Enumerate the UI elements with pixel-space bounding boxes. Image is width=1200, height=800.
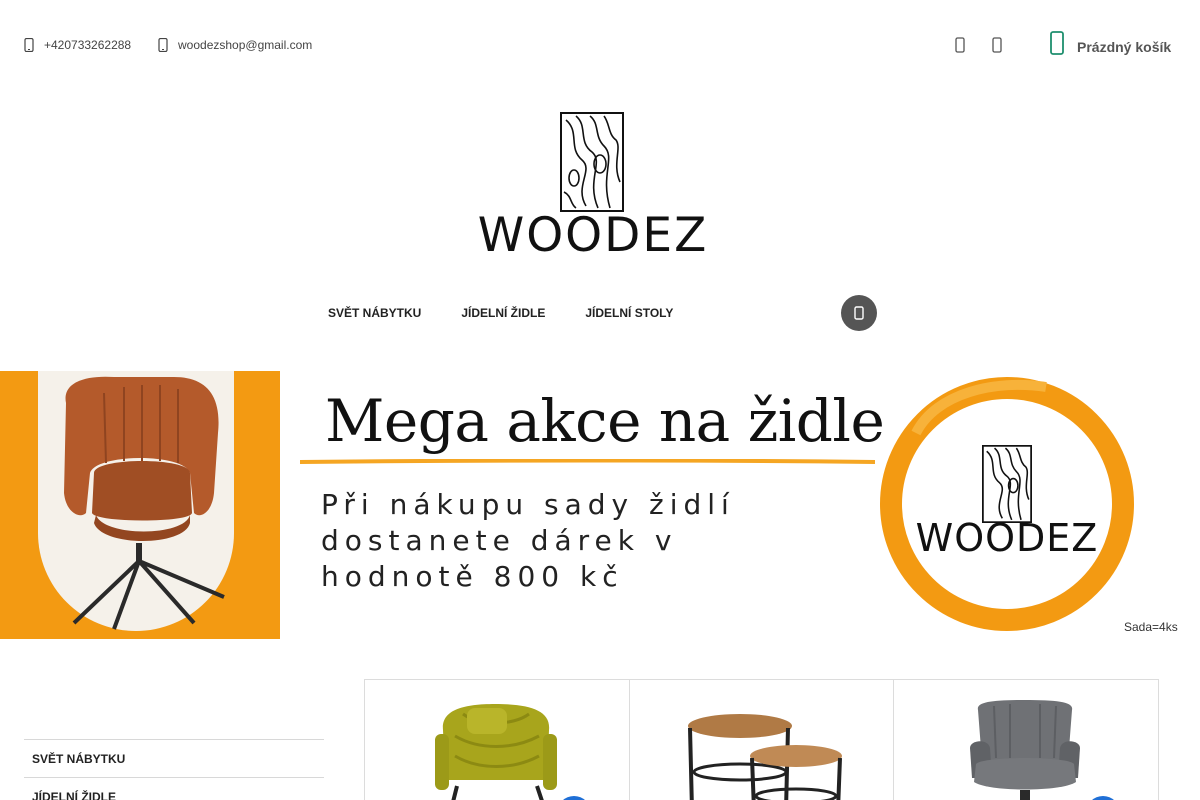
- logo-text: WOODEZ: [477, 208, 709, 263]
- phone-number: +420733262288: [44, 38, 132, 52]
- banner-note: Sada=4ks: [1124, 620, 1178, 634]
- banner-title: Mega akce na židle: [325, 387, 885, 455]
- product-card[interactable]: [630, 680, 895, 800]
- product-card[interactable]: [365, 680, 630, 800]
- category-sidebar: SVĚT NÁBYTKU JÍDELNÍ ŽIDLE: [24, 739, 324, 800]
- logo-wood-mark: [560, 112, 624, 212]
- nav-item-svet-nabytku[interactable]: SVĚT NÁBYTKU: [328, 306, 421, 320]
- product-grid: [364, 679, 1159, 800]
- cart-button[interactable]: Prázdný košík: [1048, 30, 1171, 56]
- mail-icon: [158, 38, 168, 52]
- user-icon[interactable]: [953, 36, 967, 54]
- sidebar-item-jidelni-zidle[interactable]: JÍDELNÍ ŽIDLE: [24, 777, 324, 800]
- cart-label: Prázdný košík: [1077, 39, 1172, 55]
- search-icon: [854, 306, 864, 320]
- green-armchair-image: [435, 704, 557, 800]
- product-card[interactable]: [894, 680, 1158, 800]
- cart-icon: [1050, 31, 1064, 55]
- nesting-tables-image: [687, 714, 842, 800]
- top-bar: +420733262288 woodezshop@gmail.com Prázd…: [0, 0, 1200, 90]
- main-nav: SVĚT NÁBYTKU JÍDELNÍ ŽIDLE JÍDELNÍ STOLY: [328, 306, 713, 320]
- site-logo[interactable]: WOODEZ: [468, 110, 718, 263]
- phone-link[interactable]: +420733262288: [24, 38, 131, 52]
- phone-icon: [24, 38, 34, 52]
- heart-icon[interactable]: [990, 36, 1004, 54]
- banner-chair-image: [64, 376, 225, 630]
- promo-banner[interactable]: Mega akce na židle Při nákupu sady židlí…: [0, 371, 1200, 639]
- grey-chair-image: [970, 700, 1081, 800]
- search-button[interactable]: [841, 295, 877, 331]
- nav-item-jidelni-zidle[interactable]: JÍDELNÍ ŽIDLE: [461, 306, 545, 320]
- banner-logo-mark: [982, 445, 1032, 523]
- nav-item-jidelni-stoly[interactable]: JÍDELNÍ STOLY: [585, 306, 673, 320]
- sidebar-item-svet-nabytku[interactable]: SVĚT NÁBYTKU: [24, 739, 324, 777]
- email-address: woodezshop@gmail.com: [178, 38, 313, 52]
- banner-subtitle: Při nákupu sady židlí dostanete dárek v …: [321, 488, 735, 593]
- banner-underline: [300, 459, 875, 464]
- banner-logo-text: WOODEZ: [915, 516, 1099, 560]
- email-link[interactable]: woodezshop@gmail.com: [158, 38, 312, 52]
